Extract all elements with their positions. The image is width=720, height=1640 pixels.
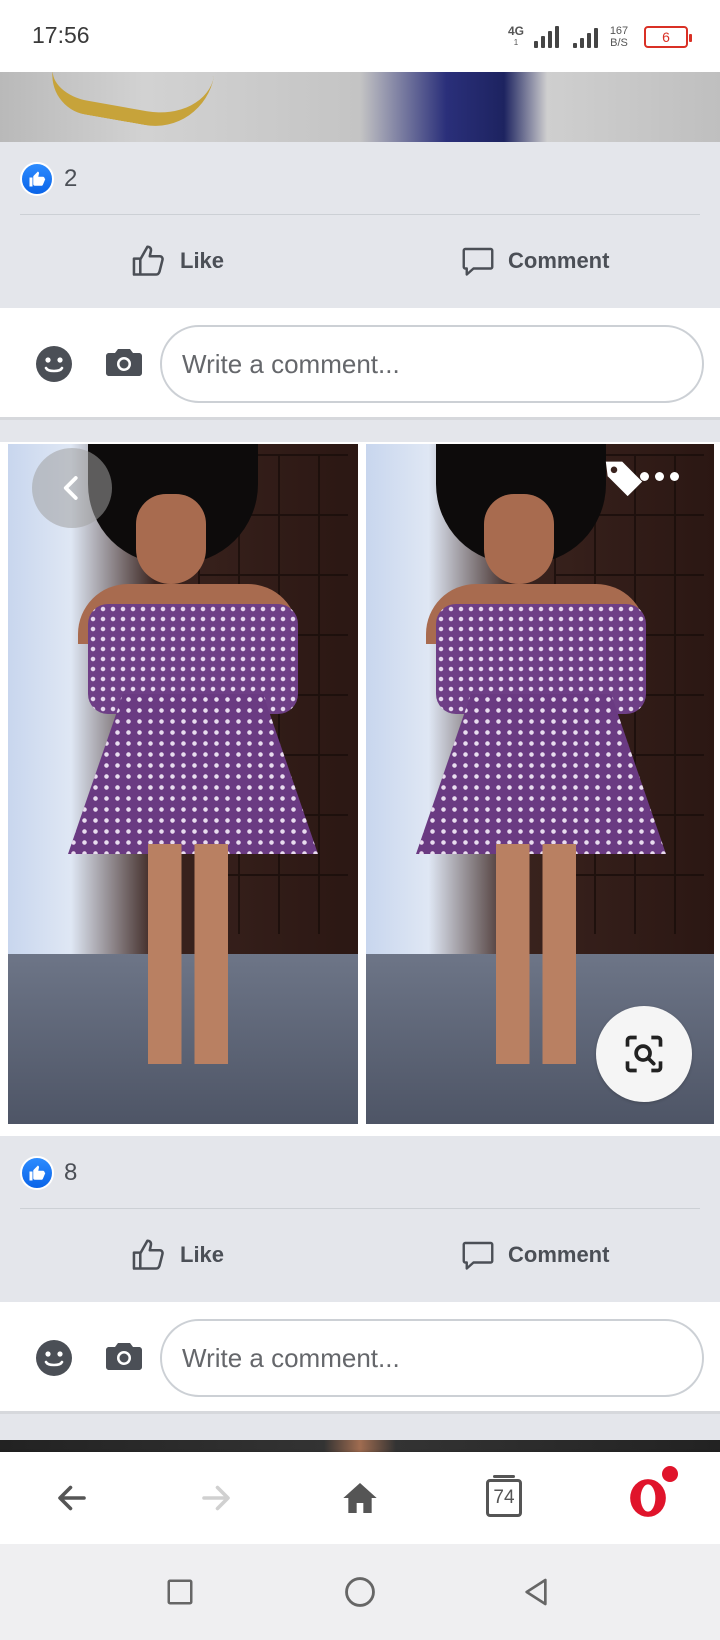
browser-tabs-button[interactable]: 74 [454, 1452, 554, 1544]
comment-button[interactable]: Comment [460, 1218, 609, 1292]
camera-icon[interactable] [106, 346, 142, 383]
browser-forward-button[interactable] [166, 1452, 266, 1544]
comment-label: Comment [508, 248, 610, 273]
home-circle-icon [345, 1577, 375, 1607]
home-button[interactable] [310, 1544, 410, 1640]
browser-toolbar: 74 [0, 1452, 720, 1544]
thumbs-up-icon [132, 1239, 164, 1270]
photo-panel-left [8, 444, 358, 1124]
post-footer: 8 Like Comment [0, 1136, 720, 1302]
browser-home-button[interactable] [310, 1452, 410, 1544]
browser-back-button[interactable] [22, 1452, 122, 1544]
status-indicators: 4G 1 167 B/S 6 [506, 20, 692, 54]
forward-arrow-icon [202, 1485, 230, 1511]
back-arrow-icon [58, 1485, 86, 1511]
status-bar: 17:56 4G 1 167 B/S 6 [0, 0, 720, 72]
like-button[interactable]: Like [130, 224, 224, 298]
comment-input[interactable] [160, 325, 704, 403]
thumbs-up-icon [132, 245, 164, 276]
network-speed: 167 B/S [609, 25, 629, 49]
network-type: 4G 1 [507, 24, 524, 47]
opera-menu-button[interactable] [598, 1452, 698, 1544]
visual-search-icon [625, 1035, 663, 1073]
visual-search-button[interactable] [596, 1006, 692, 1102]
tab-count: 74 [493, 1487, 515, 1508]
photo-back-button[interactable] [32, 448, 112, 528]
reactions-summary[interactable]: 8 [20, 1156, 77, 1190]
comment-button[interactable]: Comment [460, 224, 609, 298]
like-label: Like [180, 1242, 225, 1267]
comment-composer [0, 1302, 720, 1414]
reaction-count: 2 [64, 165, 78, 192]
emoji-icon[interactable] [34, 1338, 74, 1383]
more-icon[interactable] [640, 472, 679, 481]
back-button[interactable] [486, 1544, 586, 1640]
signal-icon [534, 26, 559, 48]
post-image-previous[interactable] [0, 72, 720, 142]
comment-bubble-icon [462, 1241, 494, 1270]
post-actions: Like Comment [0, 224, 720, 298]
back-triangle-icon [525, 1578, 547, 1606]
recents-square-icon [167, 1579, 193, 1605]
notification-dot [662, 1466, 678, 1482]
like-reaction-icon [20, 162, 54, 196]
post-actions: Like Comment [0, 1218, 720, 1292]
comment-input[interactable] [160, 1319, 704, 1397]
emoji-icon[interactable] [34, 344, 74, 389]
recents-button[interactable] [130, 1544, 230, 1640]
camera-icon[interactable] [106, 1340, 142, 1377]
reaction-count: 8 [64, 1159, 78, 1186]
home-icon [343, 1483, 377, 1513]
battery-icon: 6 [644, 26, 692, 48]
opera-icon [630, 1479, 666, 1517]
tabs-icon: 74 [486, 1475, 522, 1517]
divider [20, 1208, 700, 1209]
signal-icon-sim2 [573, 26, 598, 48]
like-reaction-icon [20, 1156, 54, 1190]
like-button[interactable]: Like [130, 1218, 224, 1292]
comment-bubble-icon [462, 247, 494, 276]
divider [20, 214, 700, 215]
status-time: 17:56 [32, 22, 90, 48]
comment-composer [0, 308, 720, 420]
reactions-summary[interactable]: 2 [20, 162, 77, 196]
post-footer: 2 Like Comment [0, 142, 720, 308]
comment-label: Comment [508, 1242, 610, 1267]
post-image-next[interactable] [0, 1440, 720, 1452]
chevron-left-icon [63, 476, 78, 500]
like-label: Like [180, 248, 225, 273]
system-navigation-bar [0, 1544, 720, 1640]
